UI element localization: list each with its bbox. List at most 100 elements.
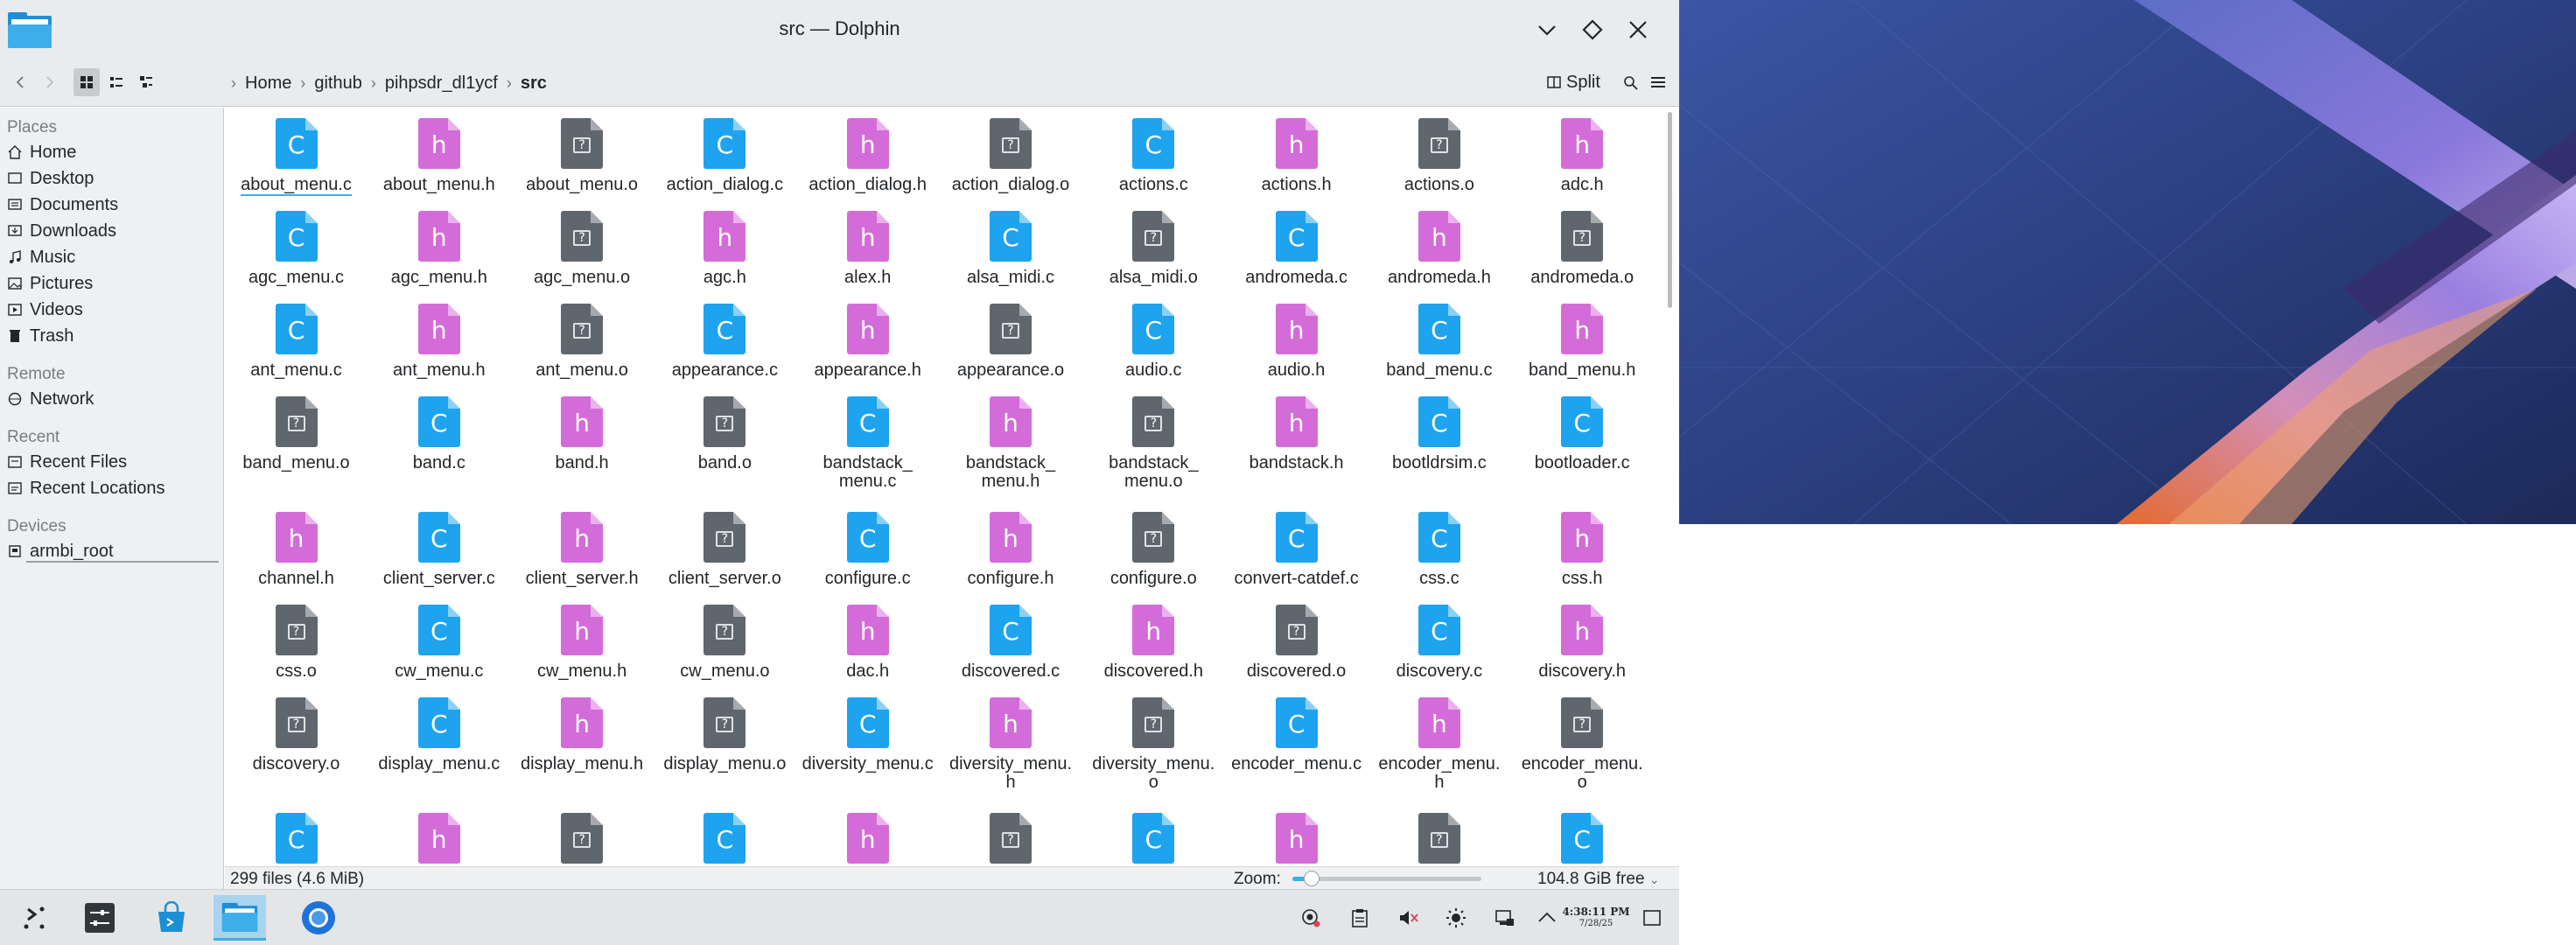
file-item[interactable]: ? andromeda.o <box>1511 211 1654 287</box>
file-item[interactable]: ? discovered.o <box>1225 605 1368 681</box>
file-item[interactable]: h bandstack_ menu.h <box>940 396 1082 491</box>
file-item[interactable]: h about_menu.h <box>368 118 510 194</box>
digital-clock[interactable]: 4:38:11 PM 7/28/25 <box>1561 906 1631 930</box>
file-item[interactable]: h band.h <box>511 396 654 472</box>
file-item[interactable]: Cbandstack_ menu.c <box>796 396 939 491</box>
file-item[interactable]: ? bandstack_ menu.o <box>1082 396 1225 491</box>
file-item[interactable]: ? about_menu.o <box>511 118 654 194</box>
file-item[interactable]: Cdisplay_menu.c <box>368 697 510 774</box>
file-item[interactable]: h ant_menu.h <box>368 304 510 380</box>
file-item[interactable]: h andromeda.h <box>1368 211 1510 287</box>
taskbar-chromium[interactable] <box>296 895 341 941</box>
file-item[interactable]: h audio.h <box>1225 304 1368 380</box>
details-view-button[interactable] <box>133 68 159 96</box>
sidebar-item-recent-files[interactable]: Recent Files <box>0 449 223 475</box>
close-button[interactable] <box>1620 12 1656 47</box>
breadcrumb-github[interactable]: github <box>307 74 369 94</box>
sidebar-item-music[interactable]: Music <box>0 244 223 270</box>
tray-clipboard[interactable] <box>1348 906 1372 930</box>
file-item[interactable]: h actions.h <box>1225 118 1368 194</box>
file-item[interactable]: Cbootloader.c <box>1511 396 1654 472</box>
breadcrumb-home[interactable]: Home <box>238 74 298 94</box>
file-item[interactable]: h css.h <box>1511 512 1654 588</box>
file-item[interactable]: h discovered.h <box>1082 605 1225 681</box>
menu-button[interactable] <box>1647 68 1670 96</box>
sidebar-item-documents[interactable]: Documents <box>0 192 223 218</box>
file-item[interactable]: Candromeda.c <box>1225 211 1368 287</box>
zoom-slider[interactable] <box>1292 871 1481 886</box>
file-item[interactable]: Calsa_midi.c <box>940 211 1082 287</box>
file-item[interactable]: Cband_menu.c <box>1368 304 1510 380</box>
file-item[interactable]: Cexit_menu.c <box>654 813 796 866</box>
tray-volume[interactable] <box>1396 906 1421 930</box>
file-item[interactable]: Cbootldrsim.c <box>1368 396 1510 472</box>
file-item[interactable]: ? display_menu.o <box>654 697 796 774</box>
zoom-slider-handle[interactable] <box>1303 871 1320 886</box>
tray-brightness[interactable] <box>1444 906 1468 930</box>
tray-network[interactable] <box>1493 906 1517 930</box>
file-item[interactable]: h band_menu.h <box>1511 304 1654 380</box>
file-item[interactable]: h encoder_menu. h <box>1368 697 1510 792</box>
sidebar-item-desktop[interactable]: Desktop <box>0 165 223 192</box>
show-desktop-button[interactable] <box>1640 906 1664 930</box>
file-item[interactable]: Cband.c <box>368 396 510 472</box>
sidebar-item-armbi-root[interactable]: armbi_root <box>0 538 223 564</box>
breadcrumb-current[interactable]: src <box>514 74 554 94</box>
file-item[interactable]: hext.h <box>1225 813 1368 866</box>
scrollbar-thumb[interactable] <box>1668 112 1672 308</box>
taskbar-discover[interactable] <box>149 895 194 941</box>
file-item[interactable]: Cext.c <box>1082 813 1225 866</box>
file-item[interactable]: ? agc_menu.o <box>511 211 654 287</box>
file-item[interactable]: ? alsa_midi.o <box>1082 211 1225 287</box>
application-launcher[interactable] <box>12 895 58 941</box>
file-item[interactable]: Ccw_menu.c <box>368 605 510 681</box>
sidebar-item-trash[interactable]: Trash <box>0 323 223 349</box>
file-item[interactable]: Caudio.c <box>1082 304 1225 380</box>
tray-expander[interactable] <box>1535 906 1559 930</box>
file-item[interactable]: Cant_menu.c <box>225 304 368 380</box>
file-item[interactable]: h dac.h <box>796 605 939 681</box>
free-space[interactable]: 104.8 GiB free ⌄ <box>1537 870 1660 889</box>
sidebar-item-home[interactable]: Home <box>0 139 223 165</box>
compact-view-button[interactable] <box>103 68 130 96</box>
file-item[interactable]: Cdiscovered.c <box>940 605 1082 681</box>
sidebar-item-network[interactable]: Network <box>0 386 223 412</box>
file-item[interactable]: ? action_dialog.o <box>940 118 1082 194</box>
sidebar-item-downloads[interactable]: Downloads <box>0 218 223 244</box>
file-item[interactable]: h alex.h <box>796 211 939 287</box>
sidebar-item-videos[interactable]: Videos <box>0 297 223 323</box>
file-item[interactable]: h cw_menu.h <box>511 605 654 681</box>
file-item[interactable]: ? configure.o <box>1082 512 1225 588</box>
file-item[interactable]: Cdiversity_menu.c <box>796 697 939 774</box>
file-item[interactable]: ? encoder_menu. o <box>1511 697 1654 792</box>
file-item[interactable]: ? discovery.o <box>225 697 368 774</box>
file-item[interactable]: Cequalizer_menu <box>225 813 368 866</box>
file-item[interactable]: h diversity_menu. h <box>940 697 1082 792</box>
file-item[interactable]: hequalizer_menu <box>368 813 510 866</box>
file-item[interactable]: Cconvert-catdef.c <box>1225 512 1368 588</box>
sidebar-item-pictures[interactable]: Pictures <box>0 270 223 297</box>
file-item[interactable]: h client_server.h <box>511 512 654 588</box>
tray-audio-capture[interactable] <box>1298 906 1323 930</box>
icons-view-button[interactable] <box>74 68 100 96</box>
file-item[interactable]: Cabout_menu.c <box>225 118 368 196</box>
file-item[interactable]: Cappearance.c <box>654 304 796 380</box>
file-item[interactable]: Caction_dialog.c <box>654 118 796 194</box>
forward-button[interactable] <box>38 68 60 96</box>
file-item[interactable]: h action_dialog.h <box>796 118 939 194</box>
file-item[interactable]: h display_menu.h <box>511 697 654 774</box>
breadcrumb-project[interactable]: pihpsdr_dl1ycf <box>378 74 505 94</box>
file-item[interactable]: ? css.o <box>225 605 368 681</box>
taskbar-dolphin[interactable] <box>214 895 266 941</box>
back-button[interactable] <box>10 68 32 96</box>
minimize-button[interactable] <box>1530 12 1564 47</box>
file-item[interactable]: Ccss.c <box>1368 512 1510 588</box>
file-item[interactable]: ? band.o <box>654 396 796 472</box>
file-item[interactable]: ?equalizer_menu <box>511 813 654 866</box>
split-button[interactable]: Split <box>1547 68 1600 96</box>
file-item[interactable]: Cfft_menu.c <box>1511 813 1654 866</box>
file-item[interactable]: ? diversity_menu. o <box>1082 697 1225 792</box>
file-item[interactable]: ? band_menu.o <box>225 396 368 472</box>
file-item[interactable]: h agc_menu.h <box>368 211 510 287</box>
file-item[interactable]: h bandstack.h <box>1225 396 1368 472</box>
